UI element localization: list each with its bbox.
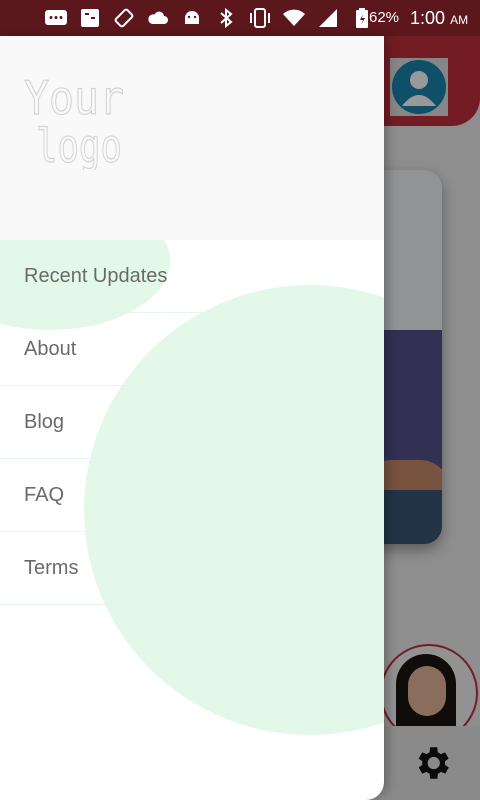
status-bar: 62% 1:00 AM (0, 0, 480, 36)
navigation-drawer: Your logo Recent Updates About Blog FAQ … (0, 36, 384, 800)
menu-item-terms[interactable]: Terms (0, 532, 384, 605)
menu-item-label: Recent Updates (24, 264, 168, 287)
logo-line-1: Your (24, 71, 124, 125)
clock-time: 1:00 (410, 8, 446, 28)
logo-line-2: logo (36, 119, 122, 170)
sim-icon (78, 6, 102, 30)
android-icon (180, 6, 204, 30)
clock-am-pm: AM (450, 13, 469, 27)
menu-item-label: FAQ (24, 483, 65, 506)
menu-item-label: About (24, 337, 77, 360)
menu-item-label: Terms (24, 556, 79, 579)
cloud-icon (146, 6, 170, 30)
message-icon (44, 6, 68, 30)
app-logo: Your logo (24, 70, 125, 170)
rotate-icon (112, 6, 136, 30)
menu-item-recent-updates[interactable]: Recent Updates (0, 240, 384, 313)
battery-percent: 62% (369, 9, 400, 26)
menu-item-label: Blog (24, 410, 65, 433)
clock: 1:00 AM (410, 8, 468, 29)
drawer-header: Your logo (0, 36, 384, 240)
menu-item-faq[interactable]: FAQ (0, 459, 384, 532)
bluetooth-icon (214, 6, 238, 30)
vibrate-icon (248, 6, 272, 30)
drawer-menu: Recent Updates About Blog FAQ Terms (0, 240, 384, 605)
menu-item-about[interactable]: About (0, 313, 384, 386)
signal-icon (316, 6, 340, 30)
wifi-icon (282, 6, 306, 30)
menu-item-blog[interactable]: Blog (0, 386, 384, 459)
